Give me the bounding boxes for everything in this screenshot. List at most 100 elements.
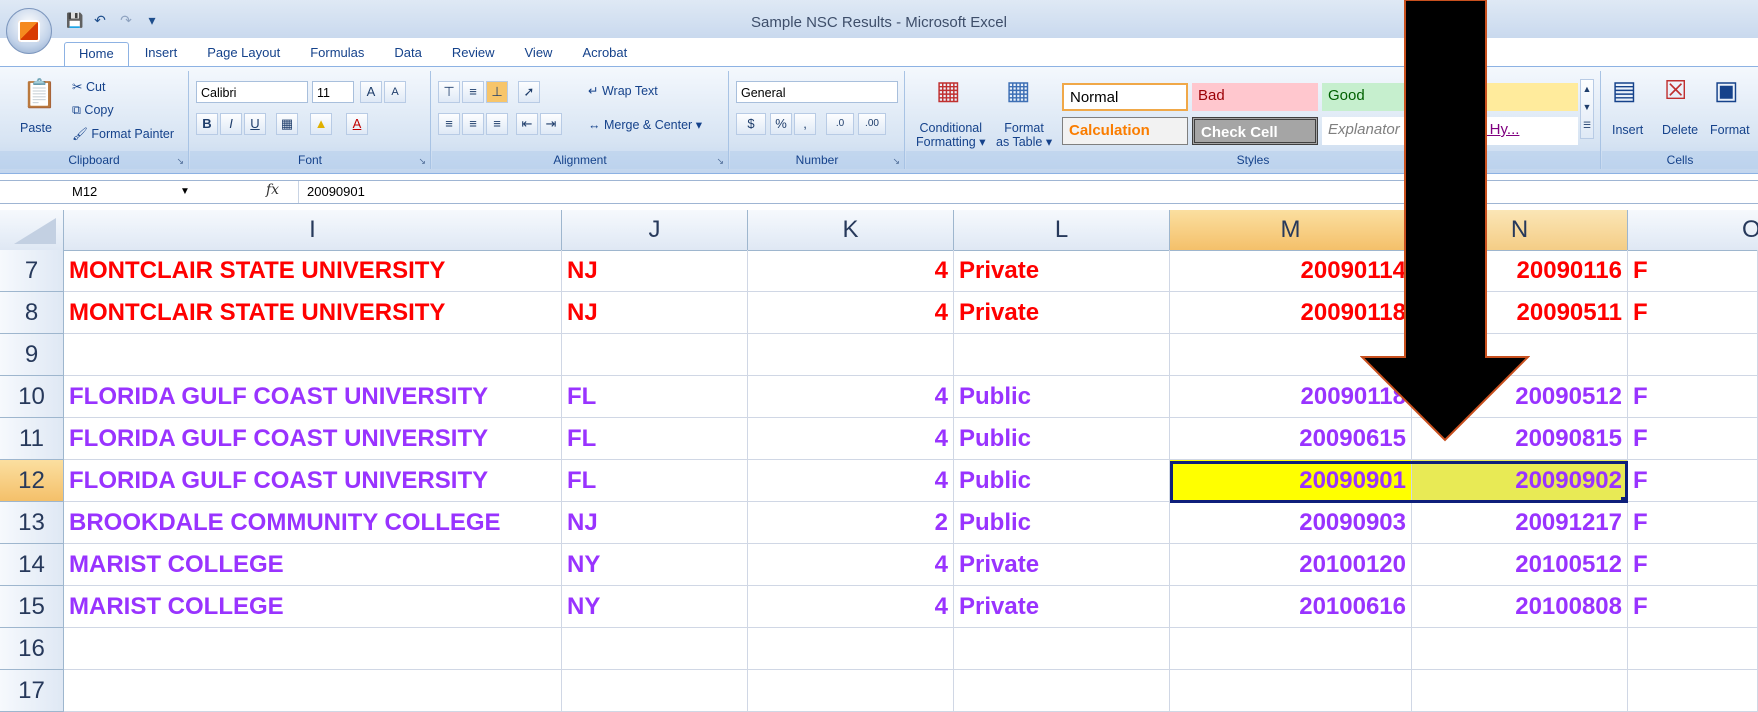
cell-m14[interactable]: 20100120 (1170, 544, 1412, 586)
cell-j15[interactable]: NY (562, 586, 748, 628)
align-right-button[interactable]: ≡ (486, 113, 508, 135)
row-header[interactable]: 14 (0, 544, 64, 586)
cell-i15[interactable]: MARIST COLLEGE (64, 586, 562, 628)
align-middle-button[interactable]: ≡ (462, 81, 484, 103)
cell-n14[interactable]: 20100512 (1412, 544, 1628, 586)
font-size-select[interactable]: 11 (312, 81, 354, 103)
delete-cells-button[interactable]: Delete (1662, 123, 1698, 137)
cell-l9[interactable] (954, 334, 1170, 376)
cell-l12[interactable]: Public (954, 460, 1170, 502)
copy-button[interactable]: ⧉ Copy (72, 103, 114, 118)
styles-scroll-button[interactable]: ▲ ▼ ☰ (1580, 79, 1594, 139)
cell-j11[interactable]: FL (562, 418, 748, 460)
cell-k8[interactable]: 4 (748, 292, 954, 334)
conditional-formatting-button[interactable]: Conditional Formatting ▾ (916, 121, 986, 149)
cell-m16[interactable] (1170, 628, 1412, 670)
font-color-button[interactable]: A (346, 113, 368, 135)
format-as-table-button[interactable]: Format as Table ▾ (996, 121, 1052, 149)
style-normal[interactable]: Normal (1062, 83, 1188, 111)
cell-n13[interactable]: 20091217 (1412, 502, 1628, 544)
cell-l11[interactable]: Public (954, 418, 1170, 460)
cell-l17[interactable] (954, 670, 1170, 712)
tab-data[interactable]: Data (380, 42, 435, 66)
align-left-button[interactable]: ≡ (438, 113, 460, 135)
cell-l15[interactable]: Private (954, 586, 1170, 628)
cell-o12[interactable]: F (1628, 460, 1758, 502)
cell-i17[interactable] (64, 670, 562, 712)
cell-n12[interactable]: 20090902 (1412, 460, 1628, 502)
dialog-launcher-icon[interactable]: ↘ (176, 156, 184, 167)
cell-k17[interactable] (748, 670, 954, 712)
cell-j9[interactable] (562, 334, 748, 376)
cell-o8[interactable]: F (1628, 292, 1758, 334)
cell-o14[interactable]: F (1628, 544, 1758, 586)
tab-formulas[interactable]: Formulas (296, 42, 378, 66)
chevron-down-icon[interactable]: ▼ (180, 186, 190, 197)
office-button[interactable] (6, 8, 52, 54)
align-top-button[interactable]: ⊤ (438, 81, 460, 103)
select-all-button[interactable] (0, 210, 64, 250)
cell-k10[interactable]: 4 (748, 376, 954, 418)
cell-k13[interactable]: 2 (748, 502, 954, 544)
tab-acrobat[interactable]: Acrobat (568, 42, 641, 66)
dialog-launcher-icon[interactable]: ↘ (716, 156, 724, 167)
comma-button[interactable]: , (794, 113, 816, 135)
align-center-button[interactable]: ≡ (462, 113, 484, 135)
style-check-cell[interactable]: Check Cell (1192, 117, 1318, 145)
cell-j16[interactable] (562, 628, 748, 670)
cell-n17[interactable] (1412, 670, 1628, 712)
cell-o7[interactable]: F (1628, 250, 1758, 292)
name-box[interactable]: M12 (4, 181, 200, 203)
cell-l16[interactable] (954, 628, 1170, 670)
style-bad[interactable]: Bad (1192, 83, 1318, 111)
cell-k15[interactable]: 4 (748, 586, 954, 628)
cell-l7[interactable]: Private (954, 250, 1170, 292)
cell-o15[interactable]: F (1628, 586, 1758, 628)
number-format-select[interactable]: General (736, 81, 898, 103)
style-calculation[interactable]: Calculation (1062, 117, 1188, 145)
paste-button[interactable]: Paste (20, 121, 52, 135)
cell-o16[interactable] (1628, 628, 1758, 670)
shrink-font-button[interactable]: A (384, 81, 406, 103)
increase-indent-button[interactable]: ⇥ (540, 113, 562, 135)
tab-view[interactable]: View (511, 42, 567, 66)
row-header[interactable]: 13 (0, 502, 64, 544)
insert-function-button[interactable]: fx (266, 182, 279, 198)
row-header[interactable]: 10 (0, 376, 64, 418)
row-header[interactable]: 11 (0, 418, 64, 460)
cell-j10[interactable]: FL (562, 376, 748, 418)
cell-i16[interactable] (64, 628, 562, 670)
cell-j12[interactable]: FL (562, 460, 748, 502)
cell-i10[interactable]: FLORIDA GULF COAST UNIVERSITY (64, 376, 562, 418)
cell-o13[interactable]: F (1628, 502, 1758, 544)
grow-font-button[interactable]: A (360, 81, 382, 103)
cut-button[interactable]: ✂ Cut (72, 79, 105, 94)
decrease-decimal-button[interactable]: .00 (858, 113, 886, 135)
tab-page-layout[interactable]: Page Layout (193, 42, 294, 66)
percent-button[interactable]: % (770, 113, 792, 135)
column-header-j[interactable]: J (562, 210, 748, 250)
cell-k7[interactable]: 4 (748, 250, 954, 292)
italic-button[interactable]: I (220, 113, 242, 135)
cell-k14[interactable]: 4 (748, 544, 954, 586)
cell-n15[interactable]: 20100808 (1412, 586, 1628, 628)
decrease-indent-button[interactable]: ⇤ (516, 113, 538, 135)
row-header[interactable]: 15 (0, 586, 64, 628)
cell-j17[interactable] (562, 670, 748, 712)
bold-button[interactable]: B (196, 113, 218, 135)
cell-k12[interactable]: 4 (748, 460, 954, 502)
cell-n16[interactable] (1412, 628, 1628, 670)
row-header[interactable]: 9 (0, 334, 64, 376)
formula-input[interactable]: 20090901 (298, 181, 1758, 203)
cell-i7[interactable]: MONTCLAIR STATE UNIVERSITY (64, 250, 562, 292)
orientation-button[interactable]: ➚ (518, 81, 540, 103)
currency-button[interactable]: $ (736, 113, 766, 135)
row-header[interactable]: 12 (0, 460, 64, 502)
cell-m13[interactable]: 20090903 (1170, 502, 1412, 544)
cell-m17[interactable] (1170, 670, 1412, 712)
cell-o11[interactable]: F (1628, 418, 1758, 460)
increase-decimal-button[interactable]: .0 (826, 113, 854, 135)
column-header-k[interactable]: K (748, 210, 954, 250)
dialog-launcher-icon[interactable]: ↘ (892, 156, 900, 167)
cell-m15[interactable]: 20100616 (1170, 586, 1412, 628)
